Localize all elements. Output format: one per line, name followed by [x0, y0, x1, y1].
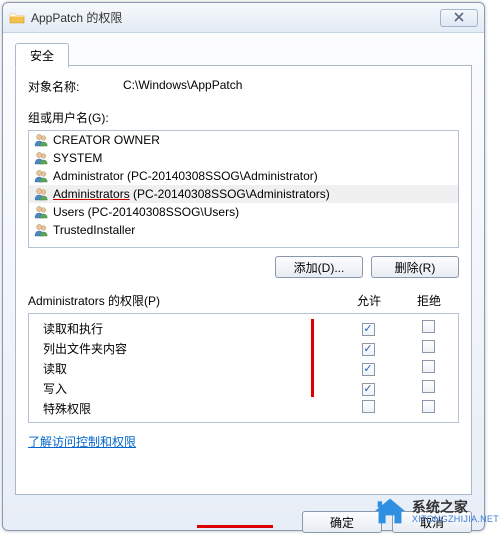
close-button[interactable] [440, 9, 478, 27]
object-name-row: 对象名称: C:\Windows\AppPatch [28, 78, 459, 95]
deny-checkbox[interactable] [422, 380, 435, 393]
permissions-dialog: AppPatch 的权限 安全 对象名称: C:\Windows\AppPatc… [2, 2, 485, 531]
permission-row: 写入 [29, 378, 458, 398]
client-area: 安全 对象名称: C:\Windows\AppPatch 组或用户名(G): C… [3, 33, 484, 503]
deny-checkbox[interactable] [422, 400, 435, 413]
list-item-label: Administrator (PC-20140308SSOG\Administr… [53, 169, 318, 183]
highlight-bar-icon [197, 525, 273, 528]
object-name-value: C:\Windows\AppPatch [123, 78, 242, 95]
folder-icon [9, 10, 25, 26]
deny-checkbox[interactable] [422, 360, 435, 373]
permission-label: 写入 [29, 380, 338, 397]
allow-checkbox[interactable] [362, 343, 375, 356]
users-icon [33, 168, 49, 184]
users-listbox[interactable]: CREATOR OWNER SYSTEM Administrator (PC-201… [28, 130, 459, 248]
watermark: 系统之家 XITONGZHIJIA.NET [372, 496, 499, 529]
watermark-title: 系统之家 [412, 500, 499, 515]
column-deny-header: 拒绝 [399, 292, 459, 309]
list-item-label: Administrators (PC-20140308SSOG\Administ… [53, 187, 330, 201]
groups-label: 组或用户名(G): [28, 109, 459, 126]
tab-security[interactable]: 安全 [15, 43, 69, 68]
allow-checkbox[interactable] [362, 383, 375, 396]
watermark-url: XITONGZHIJIA.NET [412, 515, 499, 525]
list-item-label: CREATOR OWNER [53, 133, 160, 147]
permissions-title: Administrators 的权限(P) [28, 292, 339, 309]
deny-checkbox[interactable] [422, 320, 435, 333]
learn-more-link[interactable]: 了解访问控制和权限 [28, 435, 136, 449]
list-item[interactable]: CREATOR OWNER [29, 131, 458, 149]
list-item[interactable]: TrustedInstaller [29, 221, 458, 239]
users-icon [33, 186, 49, 202]
tab-pane: 对象名称: C:\Windows\AppPatch 组或用户名(G): CREA… [15, 65, 472, 495]
allow-checkbox[interactable] [362, 400, 375, 413]
list-item-label: Users (PC-20140308SSOG\Users) [53, 205, 239, 219]
allow-checkbox[interactable] [362, 323, 375, 336]
deny-checkbox[interactable] [422, 340, 435, 353]
users-icon [33, 222, 49, 238]
permissions-header: Administrators 的权限(P) 允许 拒绝 [28, 292, 459, 309]
window-title: AppPatch 的权限 [31, 9, 440, 26]
ok-button[interactable]: 确定 [302, 511, 382, 533]
column-allow-header: 允许 [339, 292, 399, 309]
users-icon [33, 132, 49, 148]
allow-checkbox[interactable] [362, 363, 375, 376]
close-icon [453, 11, 465, 25]
list-item[interactable]: Administrator (PC-20140308SSOG\Administr… [29, 167, 458, 185]
permission-label: 读取 [29, 360, 338, 377]
permission-label: 列出文件夹内容 [29, 340, 338, 357]
list-item[interactable]: Administrators (PC-20140308SSOG\Administ… [29, 185, 458, 203]
permission-label: 特殊权限 [29, 400, 338, 417]
users-icon [33, 150, 49, 166]
permission-row: 特殊权限 [29, 398, 458, 418]
users-icon [33, 204, 49, 220]
permission-label: 读取和执行 [29, 320, 338, 337]
permission-row: 列出文件夹内容 [29, 338, 458, 358]
object-name-label: 对象名称: [28, 78, 123, 95]
remove-button[interactable]: 删除(R) [371, 256, 459, 278]
list-item-label: SYSTEM [53, 151, 102, 165]
group-button-row: 添加(D)... 删除(R) [28, 256, 459, 278]
help-link-row: 了解访问控制和权限 [28, 433, 459, 450]
list-item[interactable]: Users (PC-20140308SSOG\Users) [29, 203, 458, 221]
permissions-listbox: 读取和执行列出文件夹内容读取写入特殊权限 [28, 313, 459, 423]
house-icon [372, 496, 408, 529]
list-item[interactable]: SYSTEM [29, 149, 458, 167]
titlebar[interactable]: AppPatch 的权限 [3, 3, 484, 33]
tab-strip: 安全 [15, 43, 472, 65]
permission-row: 读取和执行 [29, 318, 458, 338]
highlight-bar-icon [311, 319, 314, 397]
permission-row: 读取 [29, 358, 458, 378]
list-item-label: TrustedInstaller [53, 223, 135, 237]
add-button[interactable]: 添加(D)... [275, 256, 363, 278]
